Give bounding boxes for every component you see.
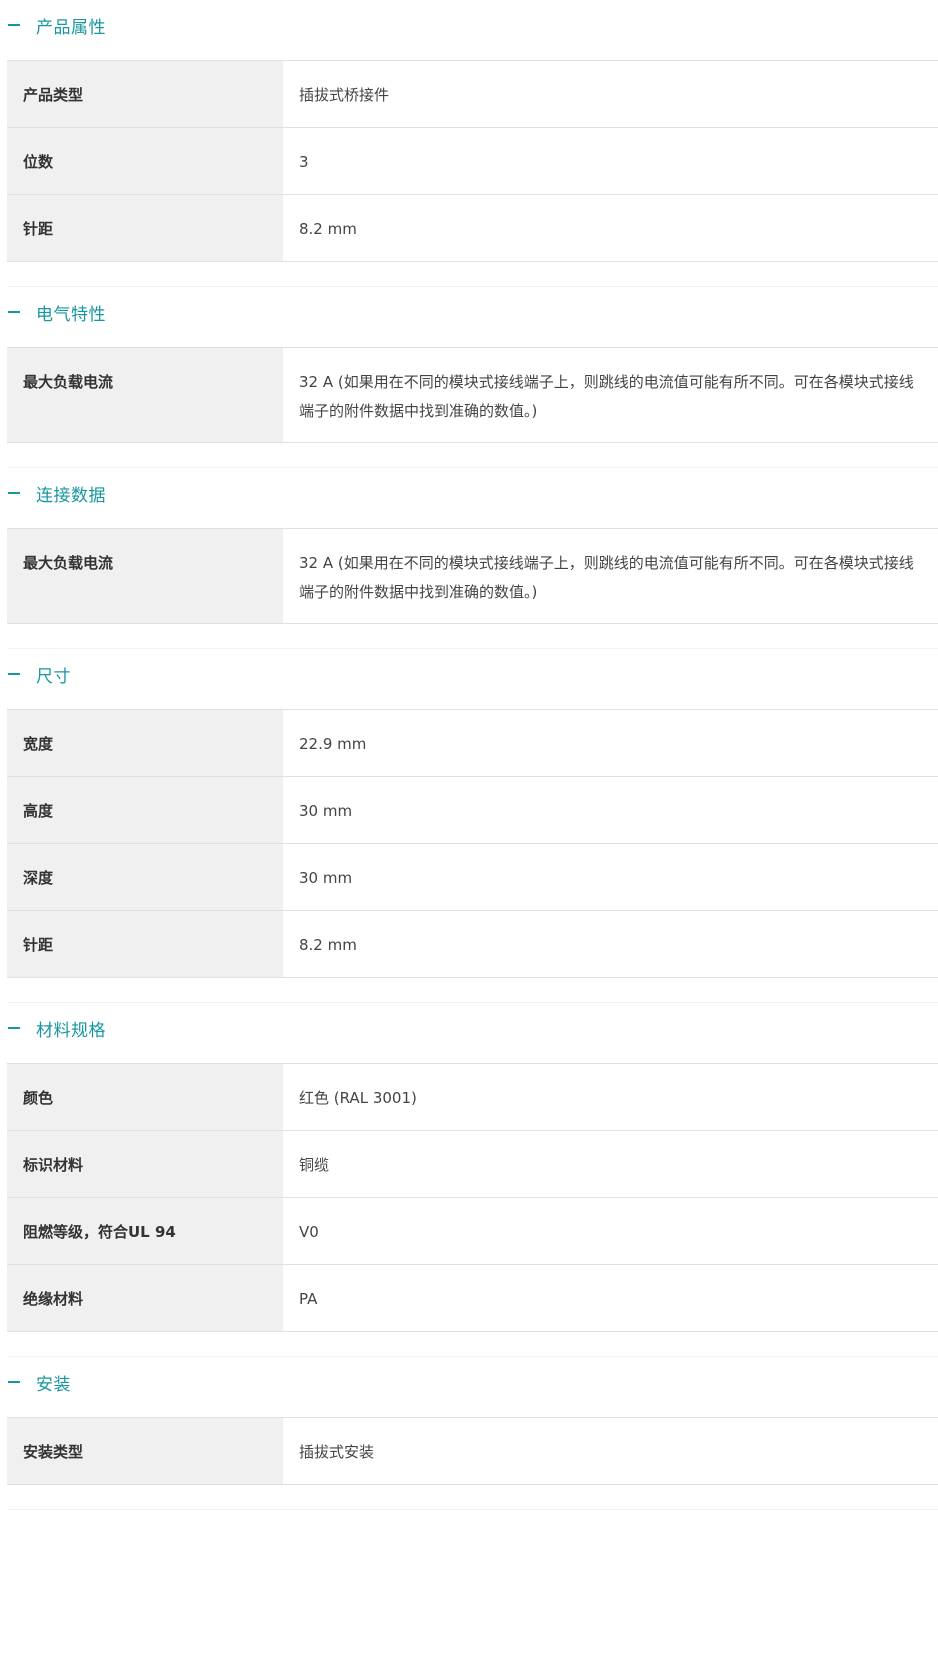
section-divider	[7, 1485, 938, 1510]
minus-icon[interactable]	[8, 492, 20, 494]
row-label: 最大负载电流	[7, 528, 283, 624]
spec-table: 产品类型 插拔式桥接件 位数 3 针距 8.2 mm	[7, 60, 938, 262]
minus-icon[interactable]	[8, 1027, 20, 1029]
section-header-product-properties[interactable]: 产品属性	[0, 0, 938, 50]
table-row: 位数 3	[7, 127, 938, 195]
row-label: 宽度	[7, 709, 283, 777]
section-header-dimensions[interactable]: 尺寸	[0, 649, 938, 699]
row-value: 32 A (如果用在不同的模块式接线端子上，则跳线的电流值可能有所不同。可在各模…	[283, 528, 938, 624]
row-value: V0	[283, 1197, 938, 1265]
row-label: 深度	[7, 843, 283, 911]
table-row: 针距 8.2 mm	[7, 910, 938, 978]
minus-icon[interactable]	[8, 673, 20, 675]
section-product-properties: 产品属性 产品类型 插拔式桥接件 位数 3 针距 8.2 mm	[0, 0, 938, 287]
table-row: 绝缘材料 PA	[7, 1264, 938, 1332]
section-title: 电气特性	[36, 304, 106, 325]
row-value: 32 A (如果用在不同的模块式接线端子上，则跳线的电流值可能有所不同。可在各模…	[283, 347, 938, 443]
spec-table: 颜色 红色 (RAL 3001) 标识材料 铜缆 阻燃等级，符合UL 94 V0…	[7, 1063, 938, 1332]
row-value: 插拔式桥接件	[283, 60, 938, 128]
section-electrical: 电气特性 最大负载电流 32 A (如果用在不同的模块式接线端子上，则跳线的电流…	[0, 287, 938, 468]
section-materials: 材料规格 颜色 红色 (RAL 3001) 标识材料 铜缆 阻燃等级，符合UL …	[0, 1003, 938, 1357]
section-divider	[7, 262, 938, 287]
spec-table: 最大负载电流 32 A (如果用在不同的模块式接线端子上，则跳线的电流值可能有所…	[7, 347, 938, 443]
section-installation: 安装 安装类型 插拔式安装	[0, 1357, 938, 1510]
section-header-installation[interactable]: 安装	[0, 1357, 938, 1407]
row-label: 针距	[7, 910, 283, 978]
table-row: 阻燃等级，符合UL 94 V0	[7, 1197, 938, 1265]
table-row: 颜色 红色 (RAL 3001)	[7, 1063, 938, 1131]
section-divider	[7, 443, 938, 468]
table-row: 针距 8.2 mm	[7, 194, 938, 262]
row-label: 颜色	[7, 1063, 283, 1131]
product-spec-page: 产品属性 产品类型 插拔式桥接件 位数 3 针距 8.2 mm 电气特性 最大负…	[0, 0, 938, 1510]
section-title: 产品属性	[36, 17, 106, 38]
row-label: 针距	[7, 194, 283, 262]
row-label: 高度	[7, 776, 283, 844]
row-label: 产品类型	[7, 60, 283, 128]
section-divider	[7, 624, 938, 649]
table-row: 产品类型 插拔式桥接件	[7, 60, 938, 128]
section-title: 尺寸	[36, 666, 71, 687]
minus-icon[interactable]	[8, 24, 20, 26]
row-value: 8.2 mm	[283, 910, 938, 978]
section-header-electrical[interactable]: 电气特性	[0, 287, 938, 337]
table-row: 最大负载电流 32 A (如果用在不同的模块式接线端子上，则跳线的电流值可能有所…	[7, 347, 938, 443]
table-row: 深度 30 mm	[7, 843, 938, 911]
row-label: 阻燃等级，符合UL 94	[7, 1197, 283, 1265]
table-row: 最大负载电流 32 A (如果用在不同的模块式接线端子上，则跳线的电流值可能有所…	[7, 528, 938, 624]
spec-table: 宽度 22.9 mm 高度 30 mm 深度 30 mm 针距 8.2 mm	[7, 709, 938, 978]
row-label: 安装类型	[7, 1417, 283, 1485]
section-title: 安装	[36, 1374, 71, 1395]
spec-table: 最大负载电流 32 A (如果用在不同的模块式接线端子上，则跳线的电流值可能有所…	[7, 528, 938, 624]
section-title: 连接数据	[36, 485, 106, 506]
row-value: 22.9 mm	[283, 709, 938, 777]
minus-icon[interactable]	[8, 311, 20, 313]
section-header-connection[interactable]: 连接数据	[0, 468, 938, 518]
row-label: 标识材料	[7, 1130, 283, 1198]
section-title: 材料规格	[36, 1020, 106, 1041]
row-label: 最大负载电流	[7, 347, 283, 443]
table-row: 标识材料 铜缆	[7, 1130, 938, 1198]
table-row: 安装类型 插拔式安装	[7, 1417, 938, 1485]
section-divider	[7, 1332, 938, 1357]
row-value: 红色 (RAL 3001)	[283, 1063, 938, 1131]
section-header-materials[interactable]: 材料规格	[0, 1003, 938, 1053]
row-value: 3	[283, 127, 938, 195]
section-dimensions: 尺寸 宽度 22.9 mm 高度 30 mm 深度 30 mm 针距 8.2 m…	[0, 649, 938, 1003]
spec-table: 安装类型 插拔式安装	[7, 1417, 938, 1485]
row-value: 8.2 mm	[283, 194, 938, 262]
row-value: 30 mm	[283, 843, 938, 911]
row-label: 绝缘材料	[7, 1264, 283, 1332]
row-value: 30 mm	[283, 776, 938, 844]
row-value: PA	[283, 1264, 938, 1332]
section-divider	[7, 978, 938, 1003]
section-connection: 连接数据 最大负载电流 32 A (如果用在不同的模块式接线端子上，则跳线的电流…	[0, 468, 938, 649]
row-label: 位数	[7, 127, 283, 195]
table-row: 宽度 22.9 mm	[7, 709, 938, 777]
row-value: 铜缆	[283, 1130, 938, 1198]
table-row: 高度 30 mm	[7, 776, 938, 844]
row-value: 插拔式安装	[283, 1417, 938, 1485]
minus-icon[interactable]	[8, 1381, 20, 1383]
